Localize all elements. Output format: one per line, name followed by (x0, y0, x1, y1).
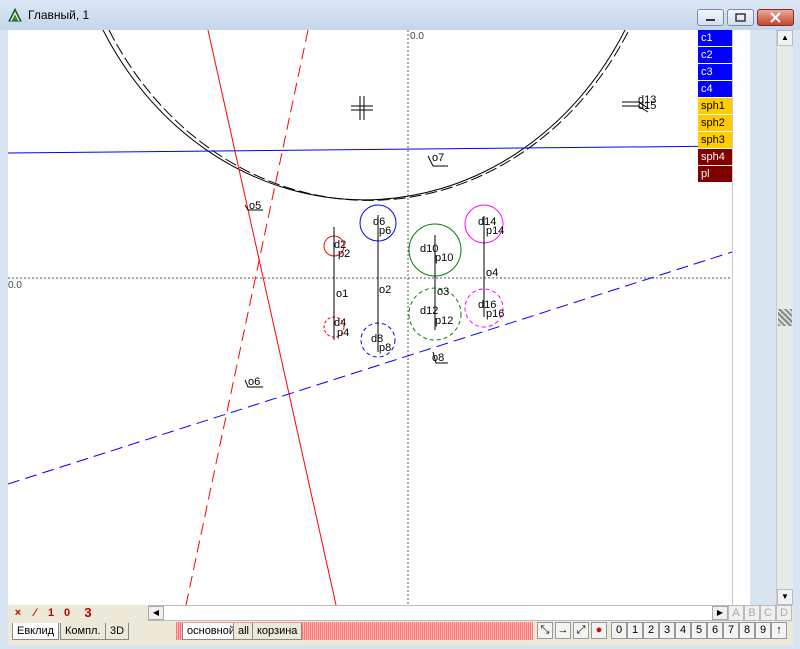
label-p6: p6 (379, 225, 391, 237)
layer-sph2[interactable]: sph2 (698, 115, 733, 131)
number-button-5[interactable]: 5 (691, 622, 707, 639)
scroll-thumb[interactable] (778, 309, 792, 326)
tool-three[interactable]: 3 (80, 605, 96, 621)
tab-all[interactable]: all (233, 623, 255, 640)
number-button-3[interactable]: 3 (659, 622, 675, 639)
button-c[interactable]: C (760, 605, 776, 621)
label-p8: p8 (379, 342, 391, 354)
tab-3d[interactable]: 3D (105, 623, 130, 640)
label-p16: p16 (486, 308, 504, 320)
segment-tool-icon[interactable]: ⤡ (537, 622, 553, 639)
label-d15: d15 (638, 100, 656, 112)
record-icon[interactable]: ● (591, 622, 607, 639)
large-circle-dashed (108, 30, 630, 201)
scroll-up-arrow-icon[interactable]: ▲ (777, 30, 793, 46)
tool-delete[interactable]: × (10, 605, 26, 621)
layer-c3[interactable]: c3 (698, 64, 733, 80)
tab-trash[interactable]: корзина (252, 623, 303, 640)
button-d[interactable]: D (776, 605, 792, 621)
layer-sph1[interactable]: sph1 (698, 98, 733, 114)
label-o1: o1 (336, 288, 348, 300)
cross-marker (351, 96, 373, 120)
title-bar: Главный, 1 (0, 0, 800, 30)
horizontal-scrollbar[interactable]: ◀ ▶ (148, 605, 728, 621)
maximize-icon (735, 13, 746, 22)
maximize-button[interactable] (727, 9, 754, 26)
vertical-scrollbar[interactable]: ▲ ▼ (776, 30, 793, 605)
number-button-6[interactable]: 6 (707, 622, 723, 639)
number-button-2[interactable]: 2 (643, 622, 659, 639)
label-o6: o6 (248, 376, 260, 388)
resize-tool-icon[interactable]: ⤢ (573, 622, 589, 639)
scroll-down-arrow-icon[interactable]: ▼ (777, 589, 793, 605)
top-axis-label: 0.0 (410, 31, 424, 42)
tool-one[interactable]: 1 (43, 605, 59, 621)
drawing-canvas[interactable]: 0.0 0.0 d13 d15 o7 o5 d6 p6 d2 p2 d10 p1… (8, 30, 733, 605)
layer-pl[interactable]: pl (698, 166, 733, 182)
left-axis-label: 0.0 (8, 280, 22, 291)
tab-main-layer[interactable]: основной (182, 623, 240, 640)
minimize-icon (706, 19, 715, 21)
label-o8: o8 (432, 352, 444, 364)
label-o4: o4 (486, 267, 498, 279)
geometry-drawing: 0.0 0.0 d13 d15 o7 o5 d6 p6 d2 p2 d10 p1… (8, 30, 732, 605)
tool-zero[interactable]: 0 (59, 605, 75, 621)
window-title: Главный, 1 (28, 8, 90, 22)
red-dashed-line (185, 30, 309, 605)
number-button-0[interactable]: 0 (611, 622, 627, 639)
tab-complex[interactable]: Компл. (60, 623, 106, 640)
right-panel (732, 30, 750, 605)
label-o3: o3 (437, 286, 449, 298)
label-p12: p12 (435, 315, 453, 327)
button-a[interactable]: A (728, 605, 744, 621)
tool-line[interactable]: ⁄ (27, 605, 43, 621)
label-p4: p4 (337, 327, 349, 339)
layer-sph3[interactable]: sph3 (698, 132, 733, 148)
red-line (207, 30, 337, 605)
app-icon (8, 7, 22, 22)
button-b[interactable]: B (744, 605, 760, 621)
number-button-7[interactable]: 7 (723, 622, 739, 639)
layer-c1[interactable]: c1 (698, 30, 733, 46)
label-p14: p14 (486, 225, 504, 237)
scroll-left-arrow-icon[interactable]: ◀ (148, 606, 164, 620)
layer-c2[interactable]: c2 (698, 47, 733, 63)
label-o2: o2 (379, 284, 391, 296)
close-icon (770, 12, 781, 23)
tab-euclid[interactable]: Евклид (12, 623, 60, 640)
label-p2: p2 (338, 248, 350, 260)
layer-c4[interactable]: c4 (698, 81, 733, 97)
arrow-tool-icon[interactable]: → (555, 622, 571, 639)
number-button-1[interactable]: 1 (627, 622, 643, 639)
close-button[interactable] (757, 9, 794, 26)
number-button-8[interactable]: 8 (739, 622, 755, 639)
up-button[interactable]: ↑ (771, 622, 787, 639)
number-button-4[interactable]: 4 (675, 622, 691, 639)
label-p10: p10 (435, 252, 453, 264)
blue-dashed-line (8, 251, 732, 485)
number-button-9[interactable]: 9 (755, 622, 771, 639)
scroll-right-arrow-icon[interactable]: ▶ (712, 606, 728, 620)
minimize-button[interactable] (697, 9, 724, 26)
layer-sph4[interactable]: sph4 (698, 149, 733, 165)
label-o7: o7 (432, 152, 444, 164)
label-o5: o5 (249, 200, 261, 212)
blue-line (8, 145, 732, 154)
